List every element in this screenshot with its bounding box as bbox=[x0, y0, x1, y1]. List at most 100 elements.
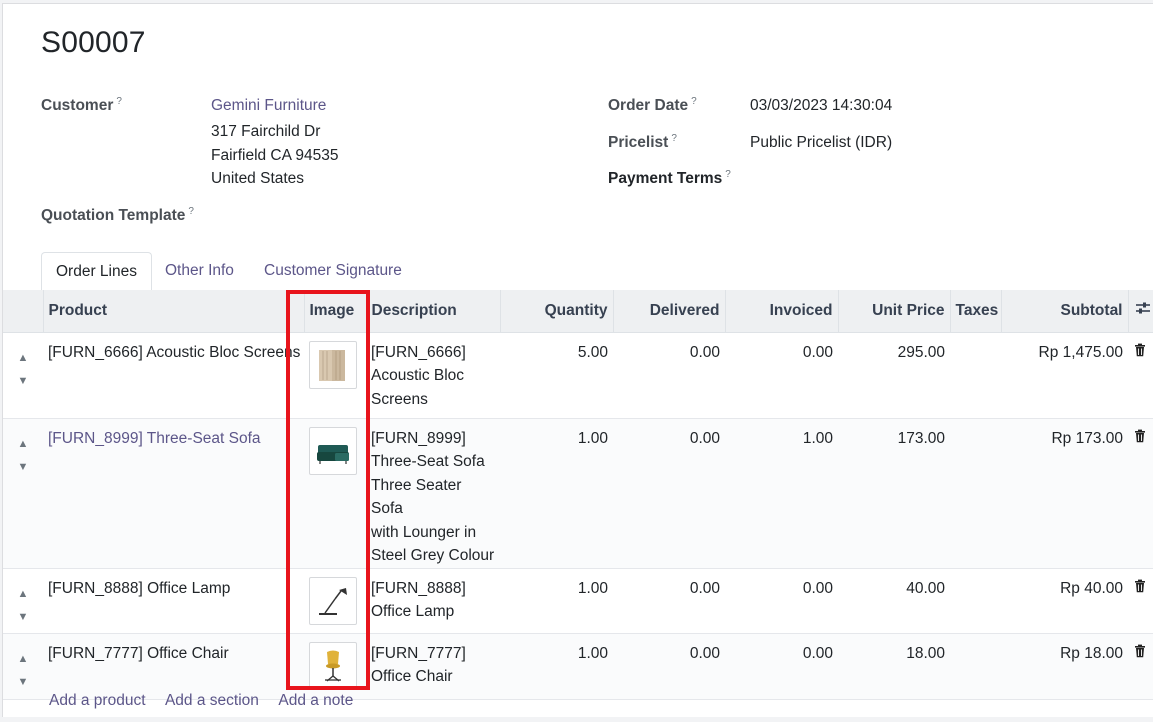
lamp-image bbox=[309, 576, 357, 625]
invoiced-column-header[interactable]: Invoiced bbox=[725, 290, 839, 333]
taxes-column-header[interactable]: Taxes bbox=[950, 290, 1002, 333]
description-cell[interactable]: [FURN_8888] Office Lamp bbox=[366, 568, 500, 634]
product-cell[interactable]: [FURN_6666] Acoustic Bloc Screens bbox=[43, 332, 304, 419]
table-row[interactable]: ▲ ▼ [FURN_8999] Three-Seat Sofa [FURN_89… bbox=[3, 418, 1153, 569]
delivered-column-header[interactable]: Delivered bbox=[613, 290, 726, 333]
quotation-template-label: Quotation Template? bbox=[41, 206, 194, 225]
taxes-cell[interactable] bbox=[950, 633, 1001, 700]
product-cell[interactable]: [FURN_7777] Office Chair bbox=[43, 633, 304, 700]
delete-row-button[interactable] bbox=[1128, 568, 1153, 634]
quotation-template-help-icon[interactable]: ? bbox=[188, 206, 194, 217]
description-cell[interactable]: [FURN_6666] Acoustic Bloc Screens bbox=[366, 332, 500, 419]
delivered-cell[interactable]: 0.00 bbox=[613, 332, 725, 419]
product-cell[interactable]: [FURN_8888] Office Lamp bbox=[43, 568, 304, 634]
row-drag-handle[interactable]: ▲ ▼ bbox=[3, 418, 43, 569]
taxes-cell[interactable] bbox=[950, 568, 1001, 634]
product-column-header[interactable]: Product bbox=[43, 290, 305, 333]
delete-row-button[interactable] bbox=[1128, 332, 1153, 419]
delete-row-button[interactable] bbox=[1128, 633, 1153, 700]
pricelist-help-icon[interactable]: ? bbox=[671, 133, 677, 144]
unit-price-cell[interactable]: 173.00 bbox=[838, 418, 950, 569]
taxes-cell[interactable] bbox=[950, 418, 1001, 569]
sofa-image bbox=[309, 426, 357, 475]
description-line: Three-Seat Sofa bbox=[371, 453, 485, 470]
unit-price-cell[interactable]: 295.00 bbox=[838, 332, 950, 419]
description-line: Office Lamp bbox=[371, 603, 455, 620]
order-lines-footer: Add a product Add a section Add a note bbox=[49, 692, 369, 710]
tab-customer-signature[interactable]: Customer Signature bbox=[250, 252, 416, 290]
delete-row-button[interactable] bbox=[1128, 418, 1153, 569]
invoiced-cell: 0.00 bbox=[725, 568, 838, 634]
drag-handle-icon: ▲ ▼ bbox=[17, 437, 29, 474]
trash-icon bbox=[1135, 343, 1145, 356]
payment-terms-label-text: Payment Terms bbox=[608, 170, 723, 187]
row-drag-handle[interactable]: ▲ ▼ bbox=[3, 332, 43, 419]
image-cell[interactable] bbox=[304, 332, 366, 419]
description-cell[interactable]: [FURN_7777] Office Chair bbox=[366, 633, 500, 700]
unit-price-column-header[interactable]: Unit Price bbox=[838, 290, 951, 333]
invoiced-cell: 1.00 bbox=[725, 418, 838, 569]
customer-address-line1: 317 Fairchild Dr bbox=[211, 123, 321, 140]
description-line: [FURN_8888] bbox=[371, 579, 466, 597]
delivered-cell[interactable]: 0.00 bbox=[613, 633, 725, 700]
order-date-field[interactable]: 03/03/2023 14:30:04 bbox=[750, 94, 892, 118]
quantity-cell[interactable]: 1.00 bbox=[500, 418, 613, 569]
row-drag-handle[interactable]: ▲ ▼ bbox=[3, 568, 43, 634]
pricelist-label-text: Pricelist bbox=[608, 134, 669, 151]
payment-terms-field[interactable] bbox=[750, 167, 1130, 191]
image-cell[interactable] bbox=[304, 568, 366, 634]
pricelist-label: Pricelist? bbox=[608, 133, 677, 152]
pricelist-field[interactable]: Public Pricelist (IDR) bbox=[750, 131, 892, 155]
product-cell[interactable]: [FURN_8999] Three-Seat Sofa bbox=[43, 418, 304, 569]
subtotal-cell: Rp 1,475.00 bbox=[1001, 332, 1128, 419]
table-row[interactable]: ▲ ▼ [FURN_7777] Office Chair [FURN_7777]… bbox=[3, 633, 1153, 700]
customer-help-icon[interactable]: ? bbox=[116, 96, 122, 107]
unit-price-cell[interactable]: 18.00 bbox=[838, 633, 950, 700]
add-product-link[interactable]: Add a product bbox=[49, 692, 146, 709]
chair-image bbox=[309, 641, 357, 690]
delivered-cell[interactable]: 0.00 bbox=[613, 568, 725, 634]
quantity-cell[interactable]: 1.00 bbox=[500, 633, 613, 700]
acoustic-screen-image bbox=[309, 340, 357, 389]
tab-other-info[interactable]: Other Info bbox=[151, 252, 248, 290]
unit-price-cell[interactable]: 40.00 bbox=[838, 568, 950, 634]
drag-handle-icon: ▲ ▼ bbox=[17, 587, 29, 624]
row-drag-handle[interactable]: ▲ ▼ bbox=[3, 633, 43, 700]
tab-order-lines[interactable]: Order Lines bbox=[41, 252, 152, 291]
description-cell[interactable]: [FURN_8999] Three-Seat Sofa Three Seater… bbox=[366, 418, 500, 569]
order-date-help-icon[interactable]: ? bbox=[691, 96, 697, 107]
description-column-header[interactable]: Description bbox=[366, 290, 501, 333]
quotation-template-label-text: Quotation Template bbox=[41, 207, 186, 224]
handle-header bbox=[3, 290, 44, 333]
add-section-link[interactable]: Add a section bbox=[165, 692, 259, 709]
table-header-row: Product Image Description Quantity Deliv… bbox=[3, 290, 1153, 333]
table-row[interactable]: ▲ ▼ [FURN_6666] Acoustic Bloc Screens [F… bbox=[3, 332, 1153, 419]
subtotal-cell: Rp 18.00 bbox=[1001, 633, 1128, 700]
quantity-column-header[interactable]: Quantity bbox=[500, 290, 614, 333]
add-note-link[interactable]: Add a note bbox=[278, 692, 353, 709]
trash-icon bbox=[1135, 579, 1145, 592]
quantity-cell[interactable]: 1.00 bbox=[500, 568, 613, 634]
customer-address-line2: Fairfield CA 94535 bbox=[211, 147, 339, 164]
order-date-label-text: Order Date bbox=[608, 97, 689, 114]
delivered-cell[interactable]: 0.00 bbox=[613, 418, 725, 569]
image-column-header[interactable]: Image bbox=[304, 290, 367, 333]
table-row[interactable]: ▲▼ [FURN_8888] Office Lamp [FURN_8888] bbox=[3, 568, 1153, 634]
trash-icon bbox=[1135, 644, 1145, 657]
description-line: Screens bbox=[371, 390, 428, 408]
image-cell[interactable] bbox=[304, 633, 366, 700]
invoiced-cell: 0.00 bbox=[725, 633, 838, 700]
customer-name-link[interactable]: Gemini Furniture bbox=[211, 94, 326, 118]
quantity-cell[interactable]: 5.00 bbox=[500, 332, 613, 419]
invoiced-cell: 0.00 bbox=[725, 332, 838, 419]
notebook-tabs: Order Lines Other Info Customer Signatur… bbox=[3, 252, 1153, 291]
image-cell[interactable] bbox=[304, 418, 366, 569]
taxes-cell[interactable] bbox=[950, 332, 1001, 419]
quotation-template-field[interactable] bbox=[211, 204, 571, 228]
description-line: Acoustic Bloc bbox=[371, 367, 465, 384]
drag-handle-icon: ▲ ▼ bbox=[17, 652, 29, 689]
subtotal-column-header[interactable]: Subtotal bbox=[1001, 290, 1129, 333]
payment-terms-help-icon[interactable]: ? bbox=[725, 169, 731, 180]
optional-columns-toggle[interactable] bbox=[1128, 290, 1153, 333]
description-line: Three Seater Sofa bbox=[371, 476, 462, 518]
